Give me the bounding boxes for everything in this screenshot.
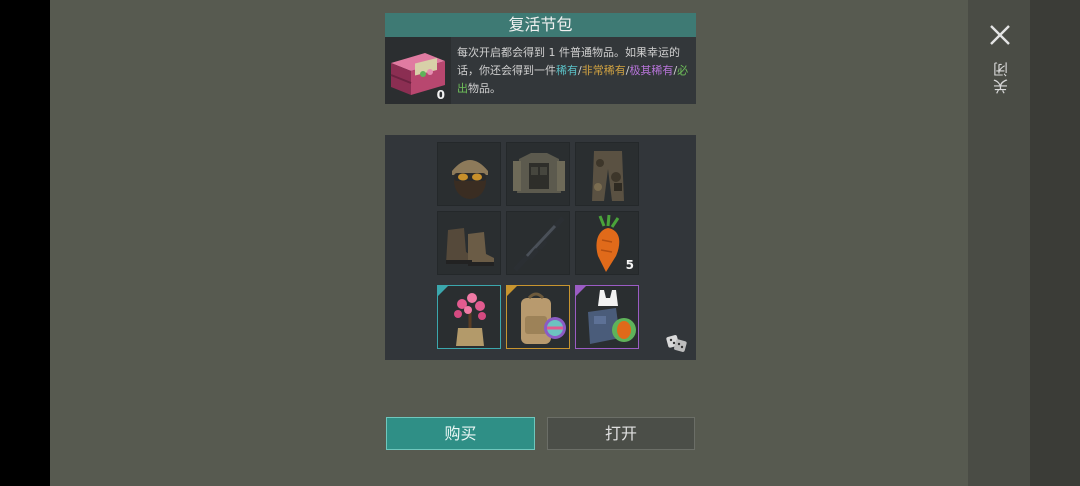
loot-slot[interactable]: 5: [575, 211, 639, 275]
screen-edge: [1030, 0, 1080, 486]
open-button[interactable]: 打开: [547, 417, 695, 450]
assault-rifle-icon: [513, 216, 565, 272]
tactical-vest-icon: [513, 153, 565, 193]
blossom-tree-sack-icon: [454, 293, 486, 346]
loot-slot-epic[interactable]: [575, 285, 639, 349]
desc-epic: 极其稀有: [629, 64, 674, 77]
dice-icon[interactable]: [665, 330, 689, 354]
desc-end: 物品。: [468, 82, 501, 95]
close-button[interactable]: 关闭: [980, 18, 1020, 98]
pack-thumb: 0: [385, 37, 451, 104]
helmet-goggles-icon: [452, 160, 488, 199]
buy-button[interactable]: 购买: [386, 417, 535, 450]
easter-backpack-icon: [521, 292, 566, 344]
loot-slot[interactable]: [506, 142, 570, 206]
loot-slot[interactable]: [575, 142, 639, 206]
pack-count: 0: [436, 88, 445, 102]
close-label: 关闭: [992, 60, 1010, 94]
loot-slot[interactable]: [506, 211, 570, 275]
loot-slot-rare[interactable]: [437, 285, 501, 349]
pack-description: 每次开启都会得到 1 件普通物品。如果幸运的话，你还会得到一件稀有/非常稀有/极…: [457, 44, 693, 98]
easter-outfit-icon: [588, 290, 636, 344]
loot-slot[interactable]: [437, 142, 501, 206]
pack-body: 0 每次开启都会得到 1 件普通物品。如果幸运的话，你还会得到一件稀有/非常稀有…: [385, 37, 696, 104]
combat-boots-icon: [446, 228, 494, 266]
pack-title: 复活节包: [385, 13, 696, 37]
pack-info-card: 复活节包 0 每次开启都会得到 1 件普通物品。如果幸运的话，你还会得到一件稀有…: [385, 13, 696, 104]
loot-slot[interactable]: [437, 211, 501, 275]
close-icon: [990, 25, 1010, 45]
item-quantity: 5: [625, 258, 634, 272]
loot-panel: 5: [385, 135, 696, 360]
desc-rare: 稀有: [556, 64, 578, 77]
loot-slot-very-rare[interactable]: [506, 285, 570, 349]
desc-very-rare: 非常稀有: [581, 64, 626, 77]
camo-pants-icon: [592, 151, 624, 201]
